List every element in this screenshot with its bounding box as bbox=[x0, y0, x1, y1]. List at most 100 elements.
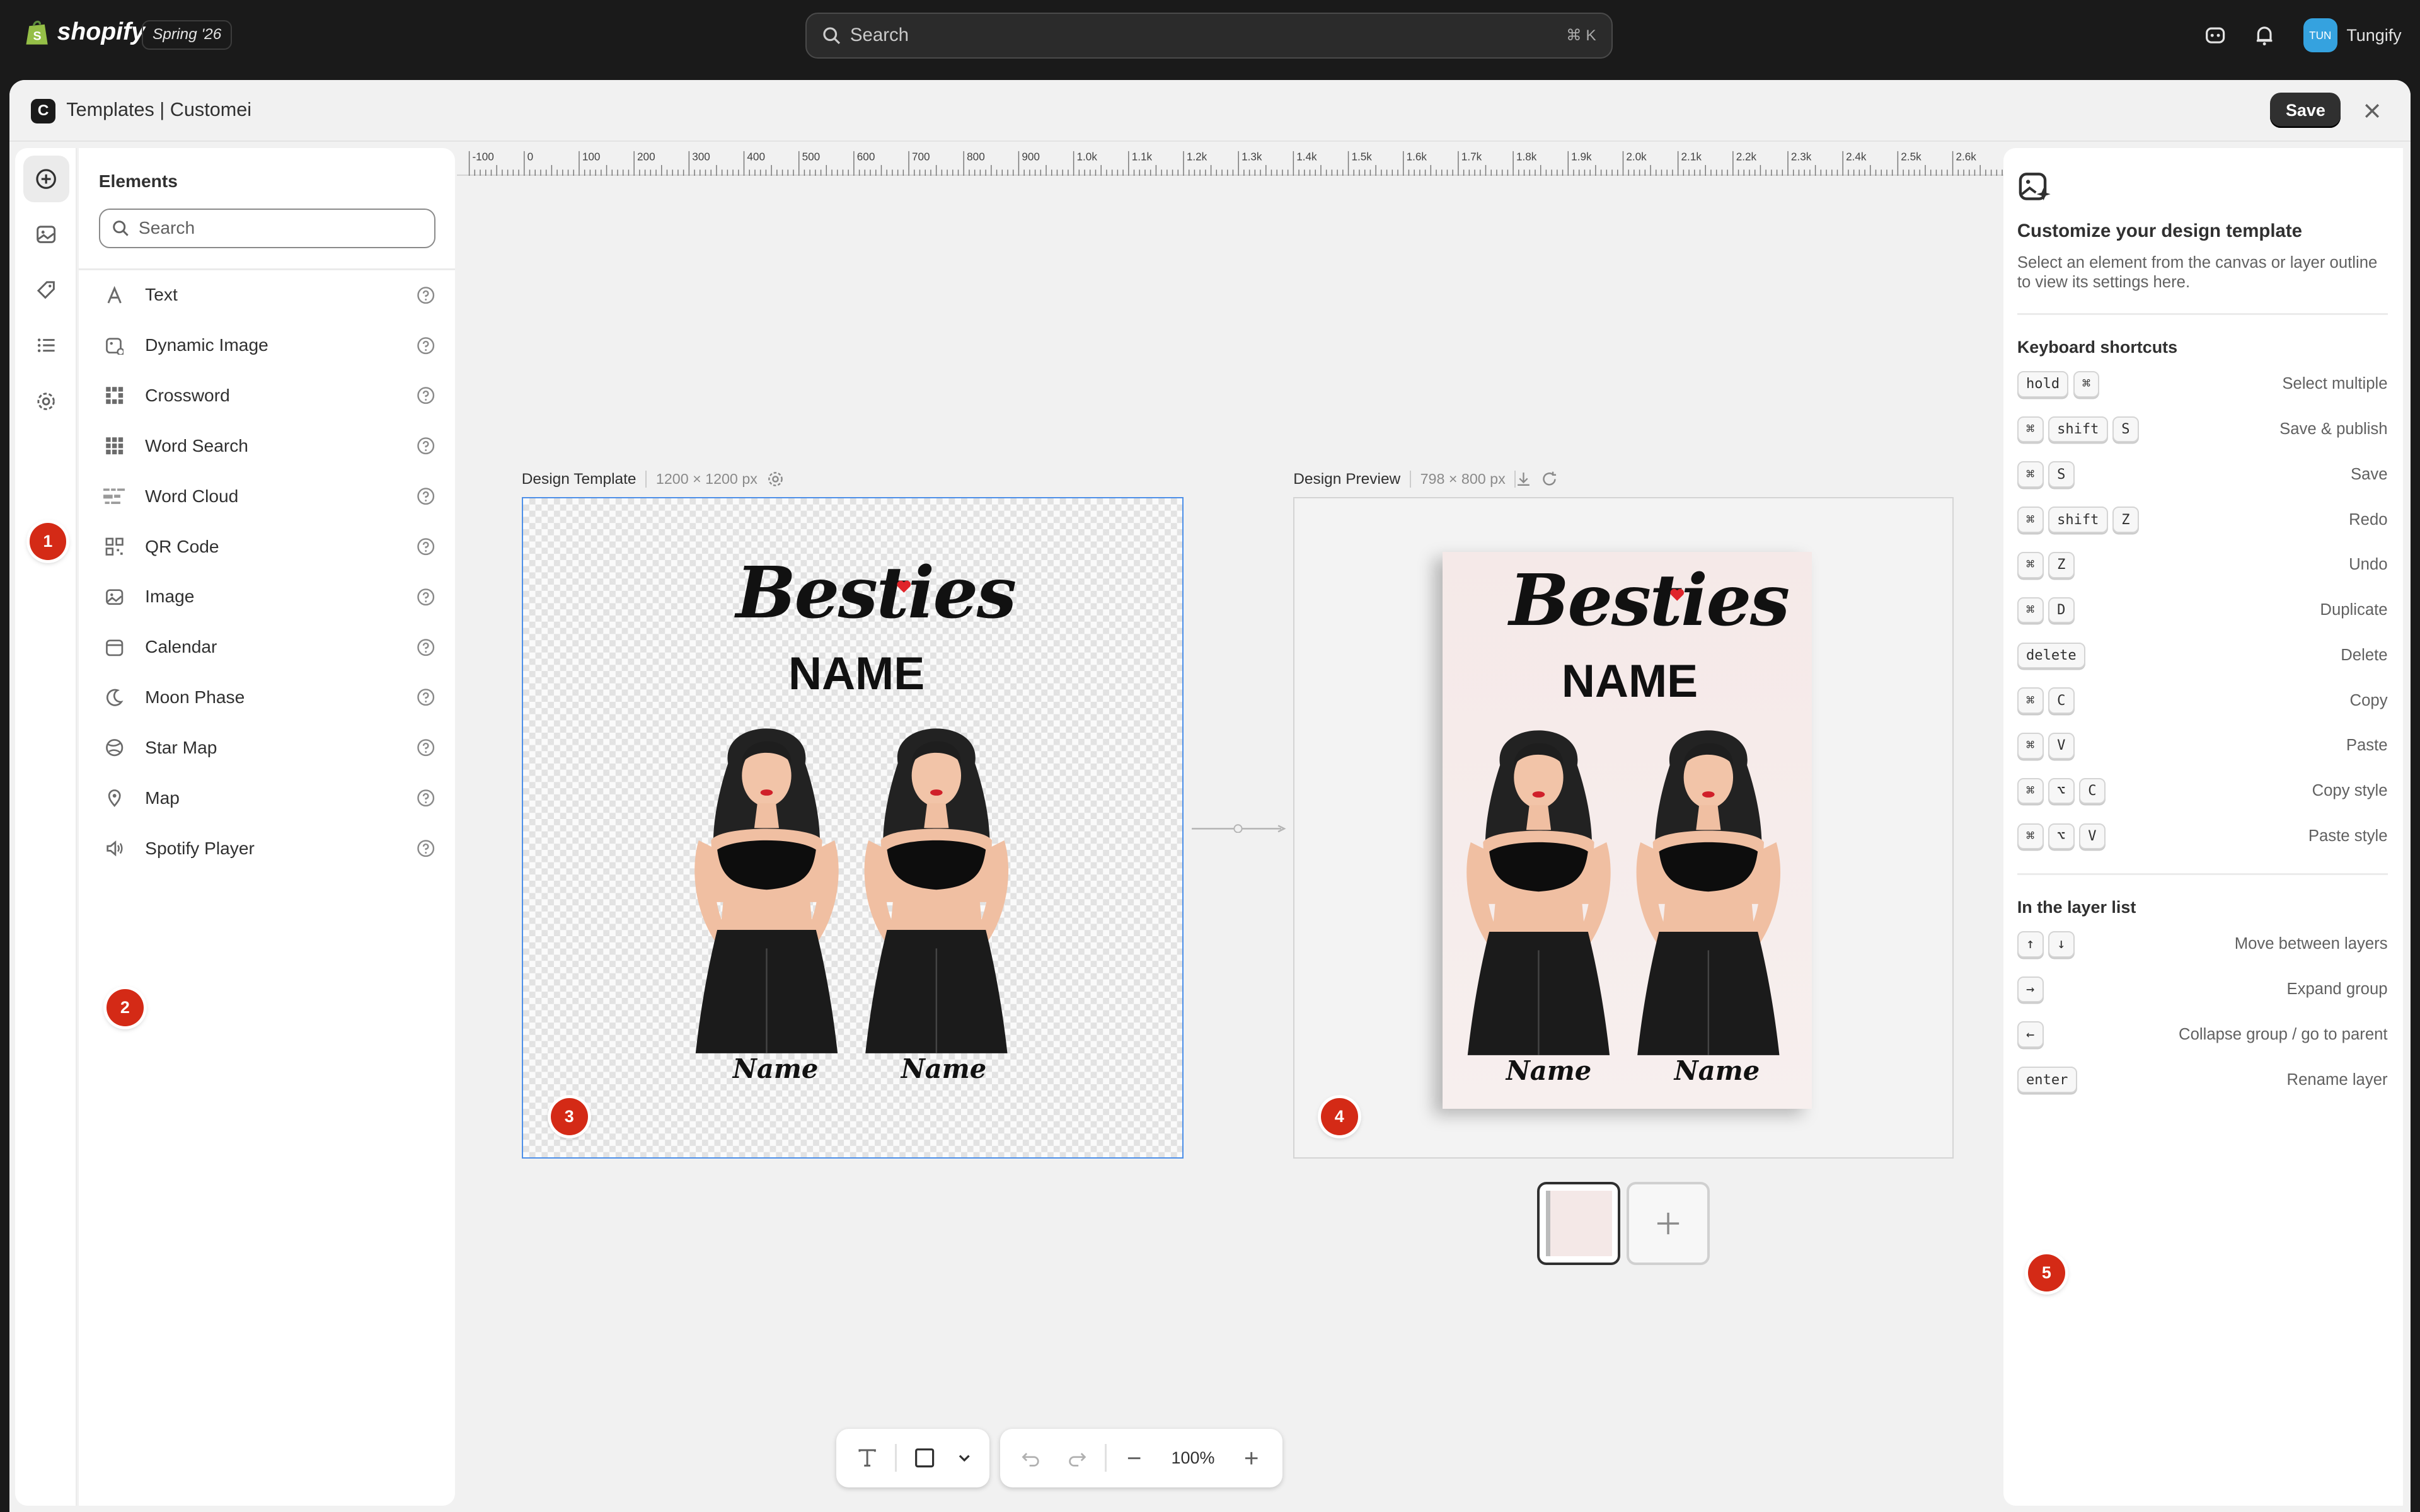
element-item-star-map[interactable]: Star Map bbox=[79, 723, 456, 773]
zoom-in-button[interactable] bbox=[1233, 1440, 1270, 1477]
global-search-input[interactable]: Search ⌘ K bbox=[805, 12, 1613, 59]
help-icon[interactable] bbox=[417, 588, 435, 606]
ruler-label: 2.6k bbox=[1956, 151, 1976, 163]
shortcut-keys: ⌘ S bbox=[2017, 461, 2351, 488]
element-item-calendar[interactable]: Calendar bbox=[79, 622, 456, 672]
elements-search-input[interactable]: Search bbox=[98, 208, 435, 249]
name-right-text[interactable]: Name bbox=[901, 1053, 987, 1084]
element-item-word-cloud[interactable]: Word Cloud bbox=[79, 471, 456, 522]
rail-add-elements-button[interactable] bbox=[23, 156, 70, 202]
redo-button[interactable] bbox=[1059, 1440, 1096, 1477]
gear-icon[interactable] bbox=[767, 471, 784, 488]
speaker-icon bbox=[103, 837, 125, 859]
help-icon[interactable] bbox=[417, 336, 435, 355]
name-left-text[interactable]: Name bbox=[733, 1053, 819, 1084]
help-icon[interactable] bbox=[417, 286, 435, 304]
shortcut-keys: ⌘ shift Z bbox=[2017, 507, 2349, 533]
close-icon[interactable] bbox=[2358, 97, 2386, 125]
ruler-label: 1.7k bbox=[1461, 151, 1482, 163]
element-item-spotify-player[interactable]: Spotify Player bbox=[79, 823, 456, 874]
shortcut-label: Copy bbox=[2349, 691, 2388, 709]
rail-images-button[interactable] bbox=[23, 212, 69, 258]
element-item-dynamic-image[interactable]: Dynamic Image bbox=[79, 320, 456, 370]
help-icon[interactable] bbox=[417, 738, 435, 757]
shortcut-keys: enter bbox=[2017, 1067, 2287, 1093]
edition-badge: Spring '26 bbox=[142, 20, 233, 50]
key-cap: delete bbox=[2017, 642, 2085, 669]
help-icon[interactable] bbox=[417, 487, 435, 505]
add-preview-button[interactable] bbox=[1627, 1181, 1710, 1266]
text-tool-button[interactable] bbox=[849, 1440, 886, 1477]
rail-settings-button[interactable] bbox=[23, 378, 69, 424]
key-cap: ↓ bbox=[2048, 931, 2075, 958]
rail-tags-button[interactable] bbox=[23, 267, 69, 313]
element-item-word-search[interactable]: Word Search bbox=[79, 421, 456, 471]
download-icon[interactable] bbox=[1514, 471, 1531, 488]
user-name: Tungify bbox=[2346, 25, 2402, 45]
shortcut-keys: ⌘ D bbox=[2017, 597, 2320, 624]
shopify-topbar: S shopify Spring '26 Search ⌘ K TUN Tung… bbox=[0, 0, 2420, 71]
ruler-label: 2.3k bbox=[1791, 151, 1812, 163]
shortcut-row: ⌘ ⌥ C Copy style bbox=[2017, 776, 2388, 806]
element-item-moon-phase[interactable]: Moon Phase bbox=[79, 672, 456, 723]
element-label: Crossword bbox=[145, 386, 230, 406]
element-item-map[interactable]: Map bbox=[79, 773, 456, 823]
shortcut-keys: hold ⌘ bbox=[2017, 370, 2283, 398]
design-preview-canvas[interactable]: Besties NAME Name Name 4 bbox=[1293, 496, 1954, 1159]
step-marker-3: 3 bbox=[550, 1098, 588, 1135]
help-icon[interactable] bbox=[417, 437, 435, 455]
ruler-label: 2.2k bbox=[1736, 151, 1757, 163]
bell-icon[interactable] bbox=[2254, 25, 2275, 46]
key-cap: ⌘ bbox=[2017, 733, 2044, 759]
rail-layers-button[interactable] bbox=[23, 323, 69, 369]
key-cap: ⌘ bbox=[2017, 461, 2044, 488]
elements-panel: Elements Search Text Dynamic Image Cross… bbox=[78, 148, 456, 1506]
refresh-icon[interactable] bbox=[1541, 471, 1558, 488]
help-icon[interactable] bbox=[417, 688, 435, 706]
element-item-qr-code[interactable]: QR Code bbox=[79, 522, 456, 572]
headline-text[interactable]: Besties bbox=[736, 551, 1017, 634]
shortcut-label: Copy style bbox=[2312, 782, 2388, 800]
help-icon[interactable] bbox=[417, 537, 435, 556]
shape-tool-button[interactable] bbox=[906, 1440, 943, 1477]
canvas-area[interactable]: -100 0 100 200 300 400 500 600 700 800 900 1.0k 1.1k… bbox=[456, 148, 2003, 1506]
zoom-level[interactable]: 100% bbox=[1162, 1448, 1224, 1468]
horizontal-ruler: -100 0 100 200 300 400 500 600 700 800 900 1.0k 1.1k… bbox=[456, 148, 2003, 176]
heart-icon bbox=[1670, 588, 1685, 601]
element-item-crossword[interactable]: Crossword bbox=[79, 370, 456, 421]
key-cap: → bbox=[2017, 976, 2044, 1003]
undo-button[interactable] bbox=[1013, 1440, 1050, 1477]
shortcut-row: ↑ ↓ Move between layers bbox=[2017, 929, 2388, 959]
shortcut-label: Select multiple bbox=[2282, 375, 2388, 393]
key-cap: V bbox=[2078, 823, 2106, 850]
user-menu[interactable]: TUN Tungify bbox=[2303, 18, 2402, 53]
preview-thumbnail[interactable] bbox=[1537, 1181, 1621, 1266]
ruler-label: 900 bbox=[1022, 151, 1040, 163]
sidekick-icon[interactable] bbox=[2204, 25, 2226, 46]
shopify-logo[interactable]: S shopify bbox=[25, 18, 145, 46]
shortcut-row: delete Delete bbox=[2017, 640, 2388, 671]
design-template-canvas[interactable]: Besties NAME Name Name 3 bbox=[521, 496, 1184, 1159]
element-item-image[interactable]: Image bbox=[79, 572, 456, 622]
save-button[interactable]: Save bbox=[2270, 92, 2341, 129]
element-item-text[interactable]: Text bbox=[79, 270, 456, 321]
ruler-label: 1.2k bbox=[1187, 151, 1207, 163]
help-icon[interactable] bbox=[417, 839, 435, 857]
ruler-label: 700 bbox=[912, 151, 930, 163]
besties-illustration[interactable] bbox=[689, 717, 1029, 1054]
help-icon[interactable] bbox=[417, 386, 435, 404]
divider bbox=[895, 1444, 897, 1472]
design-template-label: Design Template bbox=[521, 470, 637, 488]
zoom-out-button[interactable] bbox=[1116, 1440, 1153, 1477]
help-icon[interactable] bbox=[417, 789, 435, 807]
key-cap: hold bbox=[2017, 370, 2069, 398]
shortcut-label: Save & publish bbox=[2279, 420, 2388, 438]
shape-dropdown-button[interactable] bbox=[952, 1440, 977, 1477]
key-cap: ← bbox=[2017, 1021, 2044, 1048]
help-icon[interactable] bbox=[417, 638, 435, 656]
shortcut-label: Delete bbox=[2341, 646, 2388, 664]
shortcut-label: Collapse group / go to parent bbox=[2179, 1025, 2388, 1043]
name-title-text[interactable]: NAME bbox=[788, 646, 925, 700]
text-tool-icon bbox=[858, 1449, 877, 1467]
shortcut-label: Move between layers bbox=[2234, 935, 2388, 953]
